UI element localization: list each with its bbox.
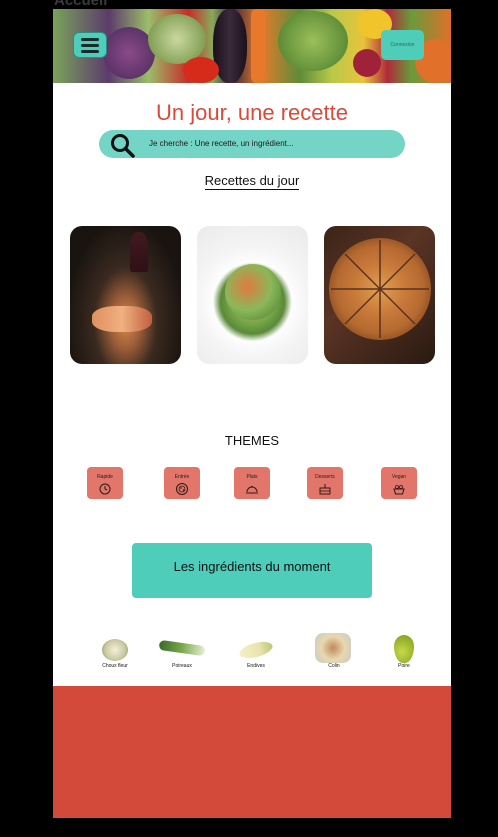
endive-image [237, 638, 275, 662]
cake-icon [319, 484, 331, 495]
recipe-card-salmon[interactable] [70, 226, 181, 364]
carrot-image [251, 9, 265, 83]
hamburger-line [81, 43, 99, 47]
ingredient-colin[interactable]: Colin [309, 633, 359, 671]
magnifier-icon[interactable] [109, 131, 137, 159]
phone-screen: Connexion Un jour, une recette Recettes … [53, 9, 451, 818]
herbs-image [278, 11, 348, 71]
search-input[interactable] [149, 130, 389, 158]
daily-recipes-label[interactable]: Recettes du jour [204, 173, 300, 190]
hamburger-menu-icon [81, 37, 99, 41]
footer [53, 686, 451, 818]
pizza-slices [331, 240, 429, 338]
ingredient-endives[interactable]: Endives [231, 633, 281, 671]
search-bar[interactable] [99, 130, 405, 158]
themes-title: THEMES [224, 433, 280, 448]
ingredient-poire[interactable]: Poire [379, 633, 429, 671]
theme-label: Plats [246, 474, 258, 480]
wine-glass-image [130, 232, 148, 272]
pepper-image [183, 57, 219, 83]
ingredient-label: Colin [328, 663, 340, 669]
vegetable-basket-icon [393, 485, 405, 495]
header-banner: Connexion [53, 9, 451, 83]
onion-image [353, 49, 381, 77]
connect-button[interactable]: Connexion [381, 30, 424, 60]
frame-label: Accueil [54, 0, 108, 9]
menu-button[interactable] [73, 32, 107, 58]
theme-entree[interactable]: Entrée [164, 467, 200, 499]
theme-vegan[interactable]: Vegan [381, 467, 417, 499]
theme-desserts[interactable]: Desserts [307, 467, 343, 499]
leek-image [158, 639, 206, 657]
recipe-card-salad[interactable] [197, 226, 308, 364]
salmon-image [92, 306, 152, 332]
theme-label: Vegan [391, 474, 407, 480]
ingredient-choux-fleur[interactable]: Choux fleur [90, 633, 140, 671]
cauliflower-image [102, 639, 128, 661]
ingredient-poireaux[interactable]: Poireaux [157, 633, 207, 671]
ingredient-label: Endives [247, 663, 265, 669]
pizza-image [329, 238, 431, 340]
theme-plats[interactable]: Plats [234, 467, 270, 499]
pizza-round-icon [176, 483, 188, 495]
ingredient-label: Poire [398, 663, 410, 669]
theme-rapide[interactable]: Rapide [87, 467, 123, 499]
ingredient-label: Choux fleur [102, 663, 128, 669]
clock-dish-icon [99, 483, 111, 495]
ingredients-of-moment-button[interactable]: Les ingrédients du moment [132, 543, 372, 598]
cloche-plate-icon [246, 485, 258, 494]
daily-recipes-link[interactable]: Recettes du jour [53, 173, 451, 190]
theme-label: Entrée [174, 474, 190, 480]
page-title: Un jour, une recette [155, 100, 348, 125]
ingredient-label: Poireaux [172, 663, 192, 669]
hamburger-line [81, 49, 99, 53]
fish-dish-image [315, 633, 351, 663]
pear-image [394, 635, 414, 663]
theme-label: Desserts [315, 474, 335, 480]
cabbage-image [103, 27, 155, 79]
salad-image [225, 264, 281, 320]
theme-label: Rapide [97, 474, 113, 480]
recipe-card-pizza[interactable] [324, 226, 435, 364]
